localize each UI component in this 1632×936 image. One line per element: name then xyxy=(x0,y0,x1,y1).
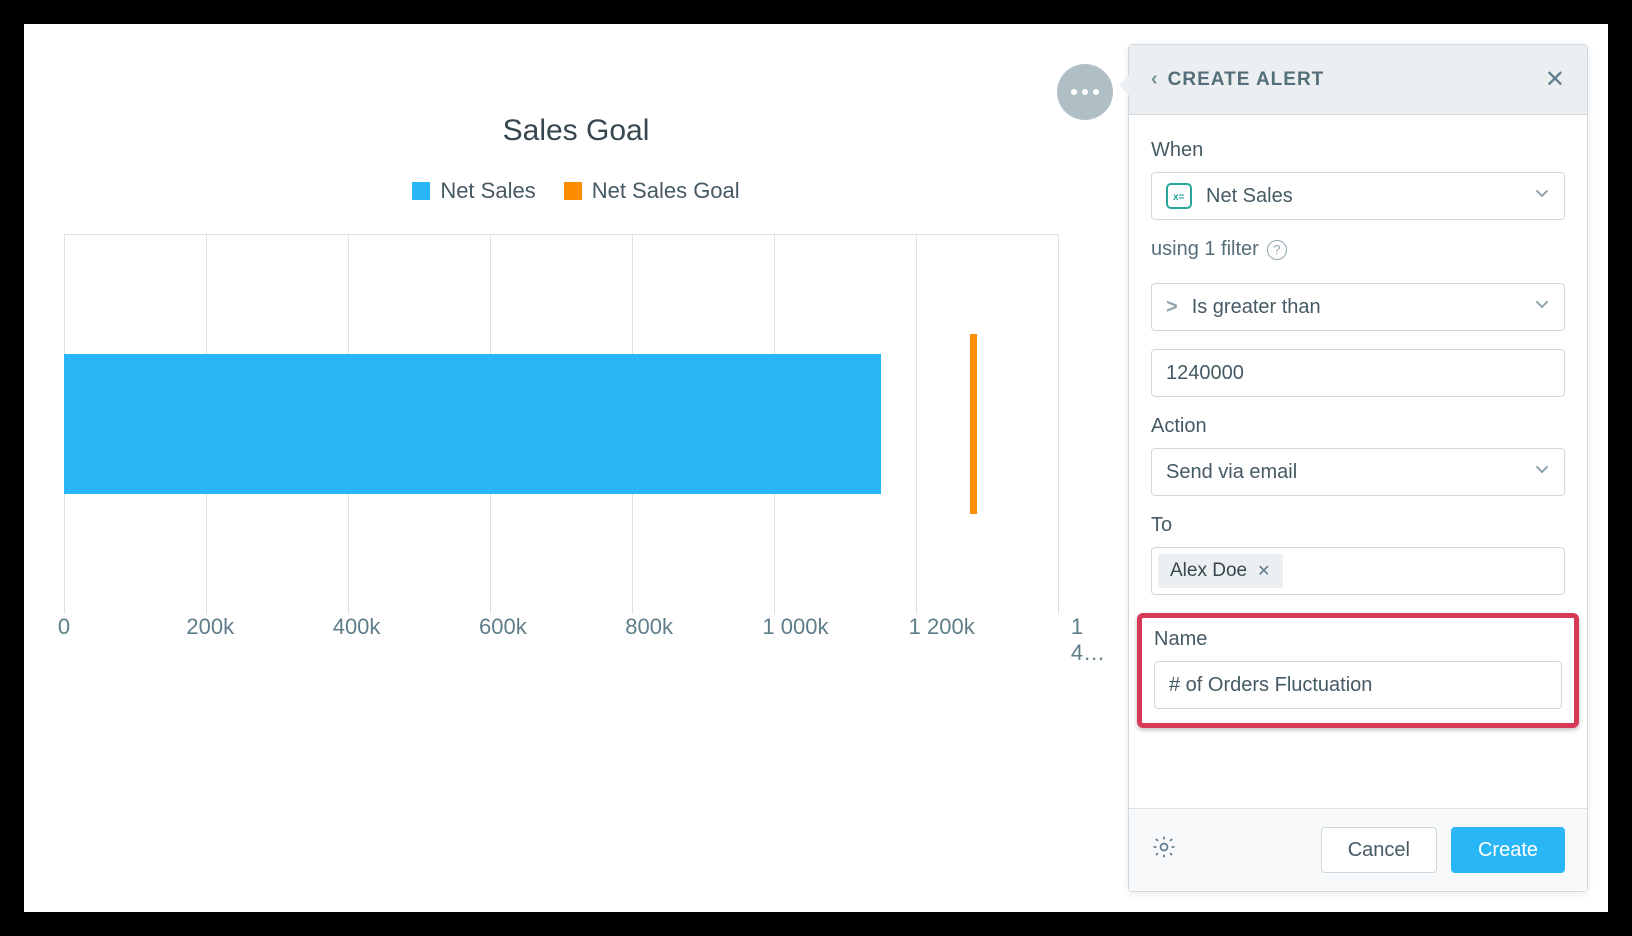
condition-value: Is greater than xyxy=(1192,296,1321,319)
action-select[interactable]: Send via email xyxy=(1151,448,1565,496)
more-icon xyxy=(1082,89,1088,95)
x-tick-label: 200k xyxy=(186,614,234,640)
when-value: Net Sales xyxy=(1206,185,1293,208)
legend-item-net-sales-goal[interactable]: Net Sales Goal xyxy=(564,178,740,204)
action-value: Send via email xyxy=(1166,461,1297,484)
x-tick-label: 1 200k xyxy=(909,614,975,640)
chart-title: Sales Goal xyxy=(64,114,1088,148)
chart-panel: Sales Goal Net Sales Net Sales Goal 0 200… xyxy=(24,24,1128,912)
name-value: # of Orders Fluctuation xyxy=(1169,674,1372,697)
gear-icon[interactable] xyxy=(1151,834,1177,867)
target-line-net-sales-goal[interactable] xyxy=(970,334,977,514)
more-icon xyxy=(1093,89,1099,95)
help-icon[interactable]: ? xyxy=(1267,240,1287,260)
gridline xyxy=(1058,235,1059,614)
name-input[interactable]: # of Orders Fluctuation xyxy=(1154,661,1562,709)
legend-label: Net Sales Goal xyxy=(592,178,740,204)
svg-text:x=: x= xyxy=(1173,192,1185,203)
x-tick-label: 1 000k xyxy=(762,614,828,640)
more-menu-button[interactable] xyxy=(1057,64,1113,120)
create-button[interactable]: Create xyxy=(1451,827,1565,873)
recipient-name: Alex Doe xyxy=(1170,560,1247,582)
x-tick-label: 600k xyxy=(479,614,527,640)
panel-caret-icon xyxy=(1119,75,1129,95)
action-label: Action xyxy=(1151,415,1565,438)
recipients-input[interactable]: Alex Doe ✕ xyxy=(1151,547,1565,595)
measure-icon: x= xyxy=(1166,183,1192,209)
legend-label: Net Sales xyxy=(440,178,535,204)
filter-text: using 1 filter xyxy=(1151,238,1259,261)
gridline xyxy=(916,235,917,614)
x-tick-label: 800k xyxy=(625,614,673,640)
when-select[interactable]: x= Net Sales xyxy=(1151,172,1565,220)
x-tick-label: 400k xyxy=(333,614,381,640)
legend-item-net-sales[interactable]: Net Sales xyxy=(412,178,535,204)
x-axis-labels: 0200k400k600k800k1 000k1 200k1 4… xyxy=(64,614,1088,654)
create-alert-panel: ‹ CREATE ALERT ✕ When x= Net Sales using… xyxy=(1128,44,1588,892)
filter-summary: using 1 filter ? xyxy=(1151,238,1565,261)
bar-net-sales[interactable] xyxy=(64,354,881,494)
name-label: Name xyxy=(1154,628,1562,651)
threshold-value: 1240000 xyxy=(1166,362,1244,385)
chevron-down-icon xyxy=(1534,461,1550,484)
to-label: To xyxy=(1151,514,1565,537)
threshold-input[interactable]: 1240000 xyxy=(1151,349,1565,397)
more-icon xyxy=(1071,89,1077,95)
name-highlight: Name # of Orders Fluctuation xyxy=(1137,613,1579,728)
chevron-down-icon xyxy=(1534,185,1550,208)
x-tick-label: 0 xyxy=(58,614,70,640)
chart-legend: Net Sales Net Sales Goal xyxy=(64,178,1088,204)
condition-select[interactable]: > Is greater than xyxy=(1151,283,1565,331)
recipient-chip[interactable]: Alex Doe ✕ xyxy=(1158,554,1283,588)
chevron-down-icon xyxy=(1534,296,1550,319)
when-label: When xyxy=(1151,139,1565,162)
x-tick-label: 1 4… xyxy=(1071,614,1105,666)
back-chevron-icon[interactable]: ‹ xyxy=(1151,68,1158,91)
panel-title: CREATE ALERT xyxy=(1168,69,1325,91)
cancel-button[interactable]: Cancel xyxy=(1321,827,1437,873)
chart-plot xyxy=(64,234,1058,614)
panel-footer: Cancel Create xyxy=(1129,808,1587,891)
swatch-icon xyxy=(412,182,430,200)
remove-chip-icon[interactable]: ✕ xyxy=(1257,561,1270,581)
greater-than-icon: > xyxy=(1166,296,1178,319)
panel-header: ‹ CREATE ALERT ✕ xyxy=(1129,45,1587,115)
swatch-icon xyxy=(564,182,582,200)
close-icon[interactable]: ✕ xyxy=(1545,65,1565,94)
